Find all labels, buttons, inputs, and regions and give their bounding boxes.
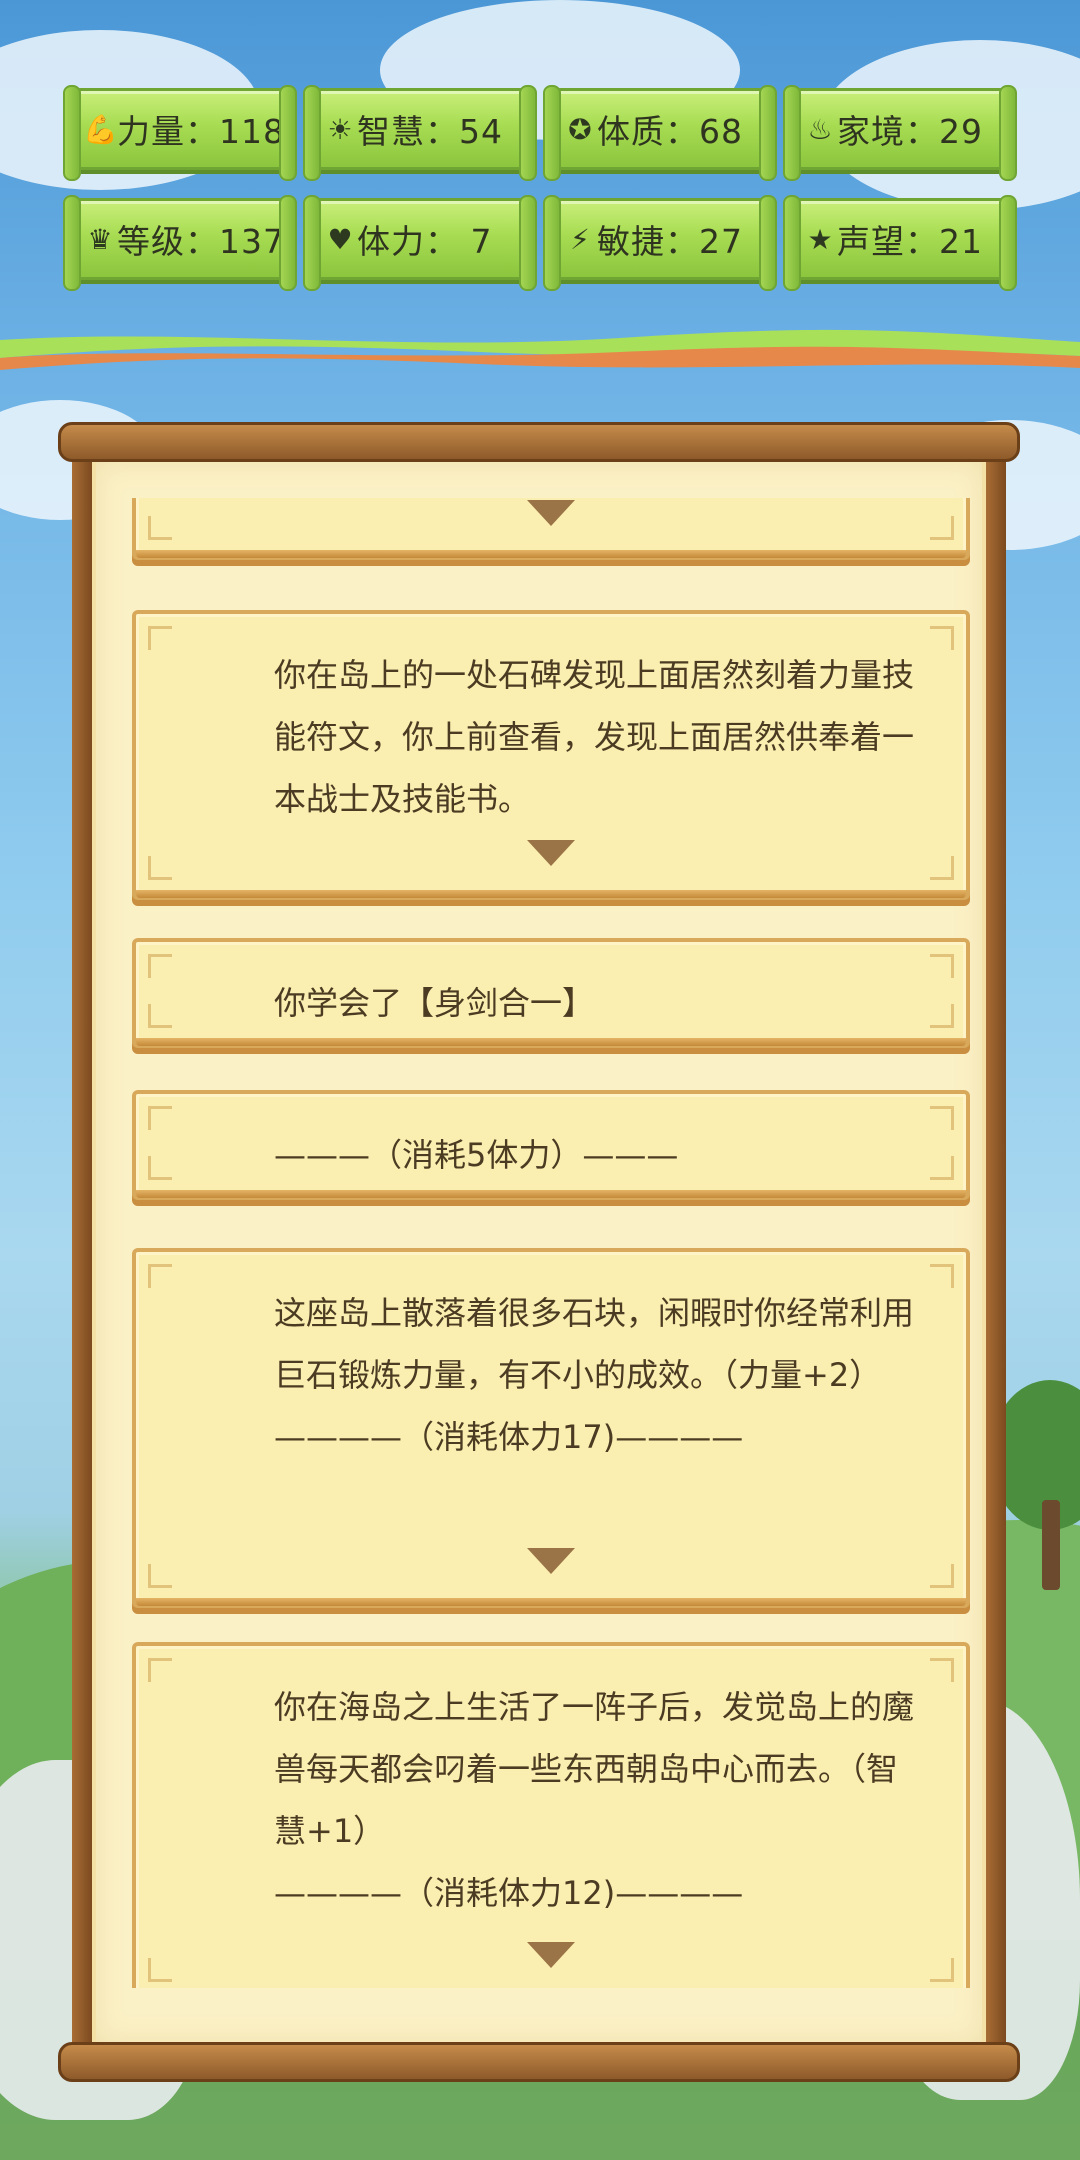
stat-badge: ⚡ 敏捷：27 xyxy=(543,195,777,291)
stat-label: 声望：21 xyxy=(837,222,983,261)
corner-ornament xyxy=(930,1958,954,1982)
corner-ornament xyxy=(930,626,954,650)
corner-ornament xyxy=(930,856,954,880)
corner-ornament xyxy=(930,1156,954,1180)
log-text: 你在岛上的一处石碑发现上面居然刻着力量技能符文，你上前查看，发现上面居然供奉着一… xyxy=(274,656,915,818)
stat-badge: ♥ 体力： 7 xyxy=(303,195,537,291)
log-entry[interactable]: 你在海岛之上生活了一阵子后，发觉岛上的魔兽每天都会叼着一些东西朝岛中心而去。（智… xyxy=(132,1642,970,1988)
stat-badge: ♨ 家境：29 xyxy=(783,85,1017,181)
stat-badge: ☀ 智慧：54 xyxy=(303,85,537,181)
event-log[interactable]: 你在岛上的一处石碑发现上面居然刻着力量技能符文，你上前查看，发现上面居然供奉着一… xyxy=(70,498,972,1988)
log-text: ———（消耗5体力）——— xyxy=(274,1136,679,1174)
corner-ornament xyxy=(148,1264,172,1288)
star-icon: ★ xyxy=(807,222,833,256)
corner-ornament xyxy=(148,1106,172,1130)
stat-label: 家境：29 xyxy=(837,112,983,151)
grass-band xyxy=(0,329,1080,370)
muscle-icon: 💪 xyxy=(83,112,118,146)
stat-badge: ♛ 等级：137 xyxy=(63,195,297,291)
expand-arrow-icon[interactable] xyxy=(527,500,575,526)
corner-ornament xyxy=(148,1658,172,1682)
family-icon: ♨ xyxy=(807,112,833,146)
corner-ornament xyxy=(148,1958,172,1982)
corner-ornament xyxy=(930,1264,954,1288)
frame-side xyxy=(986,452,1006,2052)
log-text: 这座岛上散落着很多石块，闲暇时你经常利用巨石锻炼力量，有不小的成效。（力量+2）… xyxy=(274,1294,915,1456)
log-entry[interactable]: 这座岛上散落着很多石块，闲暇时你经常利用巨石锻炼力量，有不小的成效。（力量+2）… xyxy=(132,1248,970,1608)
corner-ornament xyxy=(930,1564,954,1588)
corner-ornament xyxy=(148,626,172,650)
corner-ornament xyxy=(930,1106,954,1130)
corner-ornament xyxy=(148,1004,172,1028)
stat-label: 体质：68 xyxy=(597,112,743,151)
corner-ornament xyxy=(148,856,172,880)
stat-label: 等级：137 xyxy=(117,222,285,261)
expand-arrow-icon[interactable] xyxy=(527,1942,575,1968)
constitution-icon: ✪ xyxy=(568,112,592,146)
stat-label: 力量：118 xyxy=(117,112,285,151)
stats-panel: 💪 力量：118 ☀ 智慧：54 ✪ 体质：68 ♨ 家境：29 ♛ 等级：137 ♥ 体力： 7 ⚡ 敏… xyxy=(63,85,1017,291)
corner-ornament xyxy=(930,1658,954,1682)
stat-badge: ✪ 体质：68 xyxy=(543,85,777,181)
corner-ornament xyxy=(148,516,172,540)
corner-ornament xyxy=(930,1004,954,1028)
tree-trunk xyxy=(1042,1500,1060,1590)
corner-ornament xyxy=(148,1156,172,1180)
corner-ornament xyxy=(930,954,954,978)
lightning-icon: ⚡ xyxy=(570,222,590,256)
scroll-rod-top xyxy=(58,422,1020,462)
stat-badge: 💪 力量：118 xyxy=(63,85,297,181)
corner-ornament xyxy=(930,516,954,540)
stat-label: 敏捷：27 xyxy=(597,222,743,261)
stat-badge: ★ 声望：21 xyxy=(783,195,1017,291)
log-entry[interactable] xyxy=(132,498,970,560)
corner-ornament xyxy=(148,954,172,978)
scroll-rod-bottom xyxy=(58,2042,1020,2082)
log-text: 你学会了【身剑合一】 xyxy=(274,984,595,1022)
stat-label: 体力： 7 xyxy=(357,222,493,261)
crown-icon: ♛ xyxy=(87,222,113,256)
log-entry: 你学会了【身剑合一】 xyxy=(132,938,970,1048)
stat-label: 智慧：54 xyxy=(357,112,503,151)
log-text: 你在海岛之上生活了一阵子后，发觉岛上的魔兽每天都会叼着一些东西朝岛中心而去。（智… xyxy=(274,1688,915,1912)
sun-icon: ☀ xyxy=(327,112,353,146)
log-entry: ———（消耗5体力）——— xyxy=(132,1090,970,1200)
heart-icon: ♥ xyxy=(327,222,353,256)
expand-arrow-icon[interactable] xyxy=(527,1548,575,1574)
expand-arrow-icon[interactable] xyxy=(527,840,575,866)
corner-ornament xyxy=(148,1564,172,1588)
log-entry[interactable]: 你在岛上的一处石碑发现上面居然刻着力量技能符文，你上前查看，发现上面居然供奉着一… xyxy=(132,610,970,900)
